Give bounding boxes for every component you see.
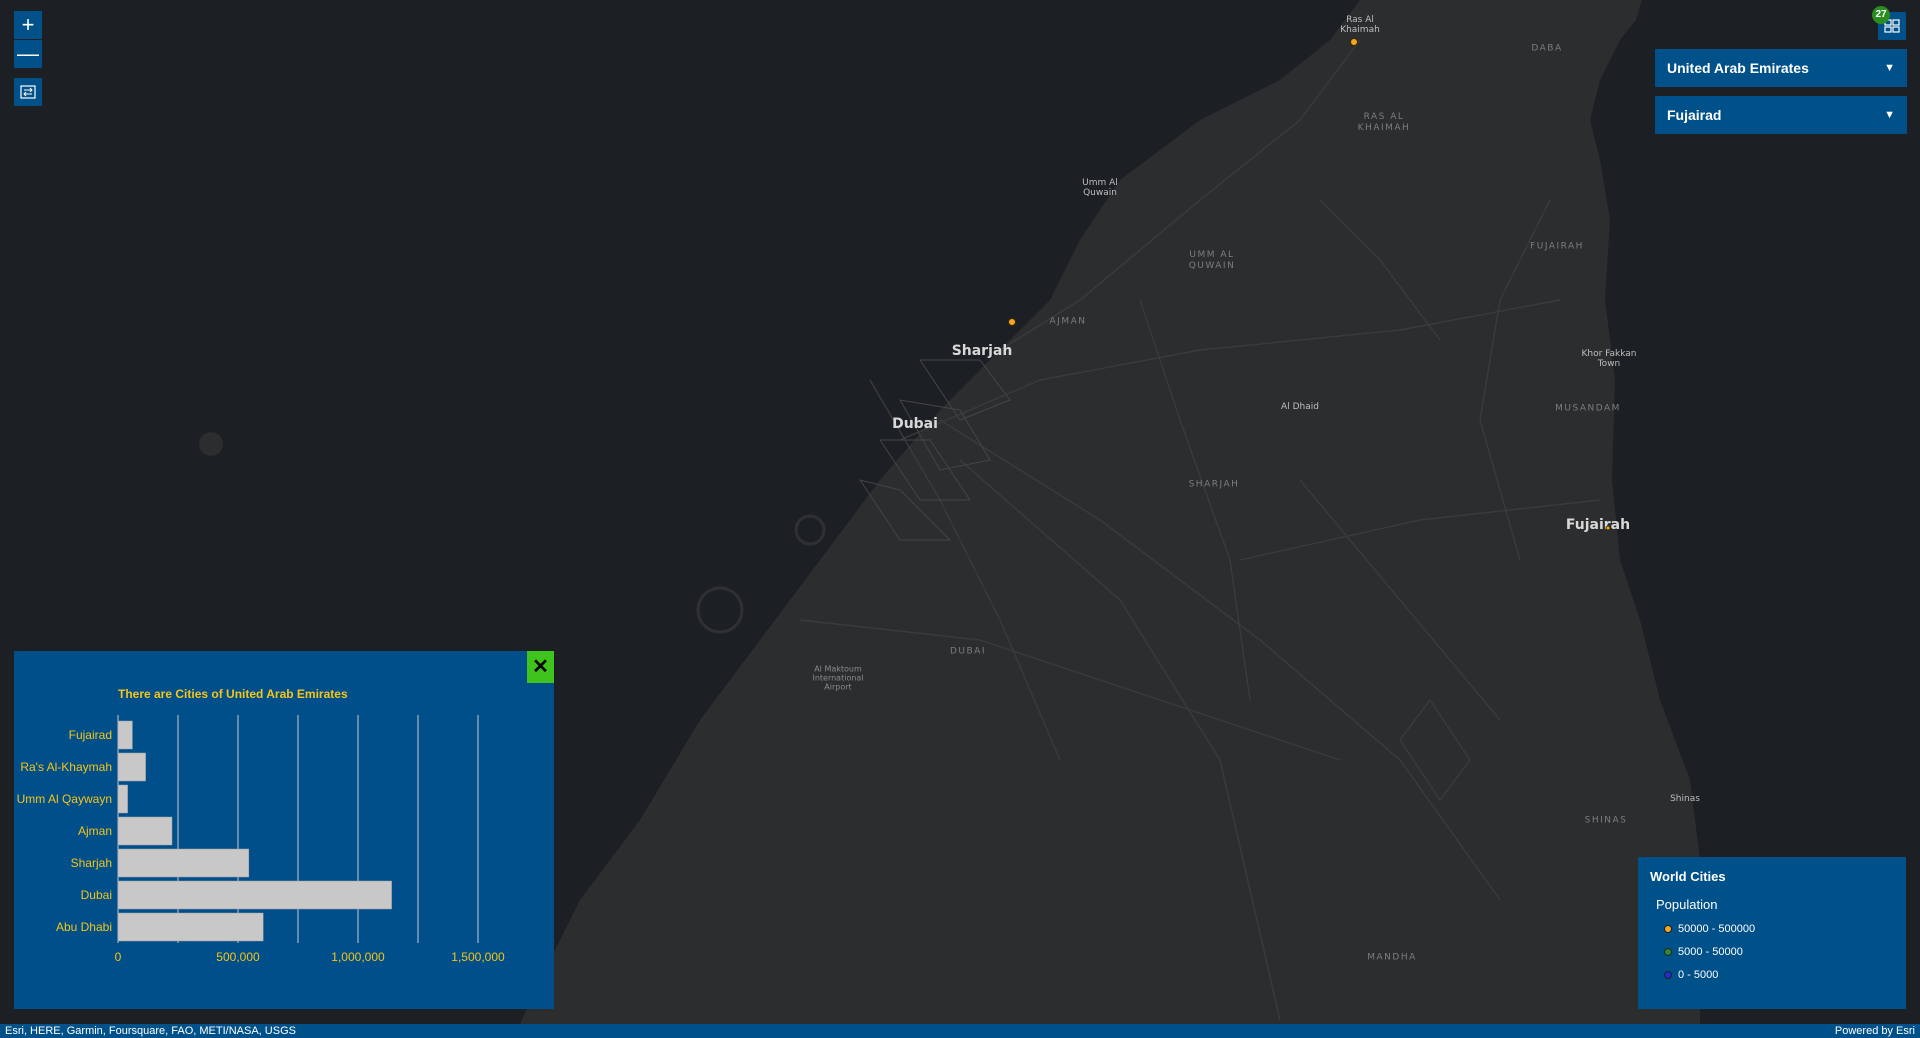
map-label-region: MANDHA [1367,952,1417,963]
zoom-in-button[interactable]: + [14,11,42,39]
category-label: Ajman [78,824,112,838]
map-label-region: SHINAS [1584,815,1628,826]
category-label: Fujairad [69,728,112,742]
legend-swatch [1664,948,1672,956]
chevron-down-icon: ▼ [1884,109,1895,121]
map-label-region: SHARJAH [1188,479,1240,490]
map-label-place: Shinas [1670,794,1700,804]
map-label-region: DABA [1531,43,1563,54]
category-label: Abu Dhabi [56,920,112,934]
legend-item: 0 - 5000 [1664,969,1718,981]
map-label-region: DUBAI [949,646,987,657]
bar [117,784,128,814]
legend-item-label: 50000 - 500000 [1678,923,1756,935]
swap-icon [20,85,36,99]
x-tick-label: 1,500,000 [451,950,505,964]
map-label-region: MUSANDAM [1555,403,1621,414]
zoom-out-button[interactable]: — [14,40,42,68]
attribution-sources: Esri, HERE, Garmin, Foursquare, FAO, MET… [5,1025,296,1037]
chart-panel: There are Cities of United Arab Emirates… [14,651,554,1009]
city-select[interactable]: Fujairad ▼ [1655,96,1907,134]
swap-basemap-button[interactable] [14,78,42,106]
map-label-city: Fujairah [1565,517,1631,533]
legend-swatch [1664,925,1672,933]
map-label-region: FUJAIRAH [1530,241,1584,252]
legend-subtitle: Population [1656,897,1718,912]
map-label-city: Sharjah [951,343,1013,359]
legend-item: 5000 - 50000 [1664,946,1743,958]
bar [117,912,264,942]
powered-by-esri[interactable]: Powered by Esri [1835,1024,1915,1038]
map-label-region: AJMAN [1049,316,1087,327]
chevron-down-icon: ▼ [1884,62,1895,74]
map-label-place: Umm Al Quwain [1082,178,1118,198]
bar [117,848,250,878]
x-tick-label: 0 [115,950,122,964]
map-label-place: Al Dhaid [1281,402,1319,412]
layer-count-badge: 27 [1872,6,1890,24]
attribution-bar: Esri, HERE, Garmin, Foursquare, FAO, MET… [0,1024,1920,1038]
chart-title: There are Cities of United Arab Emirates [118,687,348,701]
x-tick-label: 1,000,000 [331,950,385,964]
map-label-city: Dubai [892,416,938,432]
legend-item: 50000 - 500000 [1664,923,1755,935]
map-label-region: UMM AL QUWAIN [1188,250,1236,271]
legend-item-label: 0 - 5000 [1678,969,1719,981]
legend-title: World Cities [1650,869,1726,884]
legend-item-label: 5000 - 50000 [1678,946,1743,958]
bar [117,816,173,846]
country-select-value: United Arab Emirates [1667,60,1809,76]
city-marker[interactable] [1350,38,1358,46]
legend-panel: World Cities Population 50000 - 500000 5… [1638,857,1906,1009]
city-marker[interactable] [1008,318,1016,326]
category-label: Ra's Al-Khaymah [20,760,112,774]
map-label-region: RAS AL KHAIMAH [1357,112,1411,133]
city-select-value: Fujairad [1667,107,1722,123]
country-select[interactable]: United Arab Emirates ▼ [1655,49,1907,87]
bar [117,752,146,782]
map-label-place: Al Maktoum International Airport [812,664,864,692]
category-label: Sharjah [71,856,112,870]
bar [117,720,133,750]
city-marker[interactable] [1605,525,1611,531]
category-label: Dubai [81,888,112,902]
map-label-place: Ras Al Khaimah [1340,15,1380,35]
x-tick-label: 500,000 [216,950,260,964]
bar-chart: There are Cities of United Arab Emirates… [17,687,505,964]
close-chart-button[interactable]: ✕ [527,651,554,683]
category-label: Umm Al Qaywayn [17,792,112,806]
bar [117,880,392,910]
map-label-place: Khor Fakkan Town [1581,349,1637,369]
legend-swatch [1664,971,1672,979]
